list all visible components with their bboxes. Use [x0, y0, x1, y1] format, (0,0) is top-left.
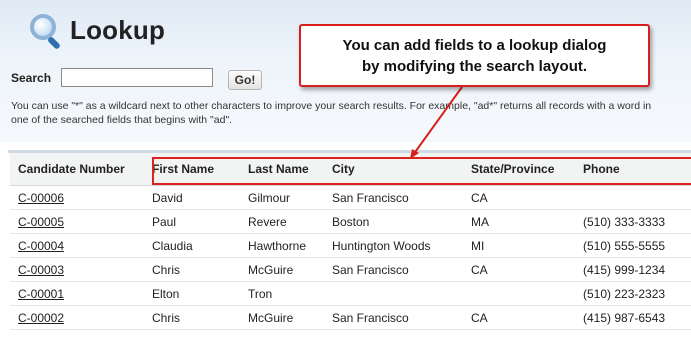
state-cell: CA — [463, 305, 575, 330]
callout-line-1: You can add fields to a lookup dialog — [342, 37, 607, 54]
first-name-cell: Paul — [144, 209, 240, 234]
state-cell: MI — [463, 233, 575, 258]
search-input[interactable] — [61, 68, 213, 87]
candidate-number-link[interactable]: C-00006 — [18, 191, 64, 205]
state-cell — [463, 281, 575, 306]
phone-cell — [575, 185, 691, 210]
state-cell: CA — [463, 185, 575, 210]
page-title: Lookup — [70, 14, 166, 45]
search-label: Search — [11, 71, 52, 85]
candidate-number-link[interactable]: C-00002 — [18, 311, 64, 325]
first-name-cell: Elton — [144, 281, 240, 306]
phone-cell: (415) 987-6543 — [575, 305, 691, 330]
column-header-candidate-number[interactable]: Candidate Number — [10, 153, 144, 186]
state-cell: CA — [463, 257, 575, 282]
city-cell: Huntington Woods — [324, 233, 463, 258]
first-name-cell: Chris — [144, 257, 240, 282]
candidate-number-link[interactable]: C-00001 — [18, 287, 64, 301]
last-name-cell: Tron — [240, 281, 324, 306]
callout-line-2: by modifying the search layout. — [361, 58, 588, 75]
city-cell: San Francisco — [324, 185, 463, 210]
table-row: C-00004 Claudia Hawthorne Huntington Woo… — [10, 233, 691, 258]
first-name-cell: Claudia — [144, 233, 240, 258]
phone-cell: (415) 999-1234 — [575, 257, 691, 282]
first-name-cell: Chris — [144, 305, 240, 330]
callout-box: You can add fields to a lookup dialog by… — [299, 24, 650, 87]
city-cell: Boston — [324, 209, 463, 234]
city-cell — [324, 281, 463, 306]
phone-cell: (510) 333-3333 — [575, 209, 691, 234]
magnifier-icon — [24, 10, 64, 51]
table-row: C-00001 Elton Tron (510) 223-2323 — [10, 281, 691, 306]
added-fields-highlight — [152, 157, 691, 185]
phone-cell: (510) 555-5555 — [575, 233, 691, 258]
first-name-cell: David — [144, 185, 240, 210]
city-cell: San Francisco — [324, 257, 463, 282]
wildcard-help-text: You can use "*" as a wildcard next to ot… — [11, 100, 652, 126]
candidate-number-link[interactable]: C-00005 — [18, 215, 64, 229]
go-button[interactable]: Go! — [228, 70, 262, 90]
candidate-number-link[interactable]: C-00003 — [18, 263, 64, 277]
phone-cell: (510) 223-2323 — [575, 281, 691, 306]
last-name-cell: Hawthorne — [240, 233, 324, 258]
city-cell: San Francisco — [324, 305, 463, 330]
table-row: C-00002 Chris McGuire San Francisco CA (… — [10, 305, 691, 330]
title-row: Lookup — [24, 10, 166, 51]
table-row: C-00003 Chris McGuire San Francisco CA (… — [10, 257, 691, 282]
table-row: C-00005 Paul Revere Boston MA (510) 333-… — [10, 209, 691, 234]
table-row: C-00006 David Gilmour San Francisco CA — [10, 185, 691, 210]
candidate-number-link[interactable]: C-00004 — [18, 239, 64, 253]
state-cell: MA — [463, 209, 575, 234]
last-name-cell: McGuire — [240, 257, 324, 282]
last-name-cell: Gilmour — [240, 185, 324, 210]
last-name-cell: Revere — [240, 209, 324, 234]
last-name-cell: McGuire — [240, 305, 324, 330]
